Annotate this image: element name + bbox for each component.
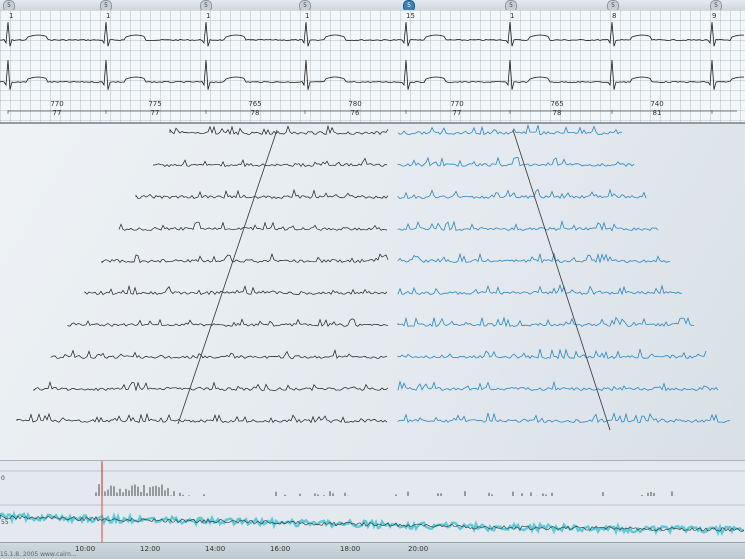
trend-trace-left bbox=[135, 188, 389, 199]
overview-trend-panel[interactable]: 0 55 bbox=[0, 460, 745, 543]
trend-trace-left bbox=[169, 124, 389, 136]
ecg-waveform bbox=[0, 21, 745, 90]
rr-axis-line bbox=[7, 110, 737, 114]
diagonal-guide-right bbox=[512, 129, 611, 431]
rr-interval-ms: 770 bbox=[450, 100, 464, 108]
trend-trace-left bbox=[67, 318, 389, 327]
rr-interval-ms: 740 bbox=[650, 100, 664, 108]
time-label: 18:00 bbox=[340, 545, 361, 553]
time-label: 20:00 bbox=[408, 545, 429, 553]
trend-trace-right bbox=[397, 252, 671, 264]
trend-trace-left bbox=[33, 381, 389, 392]
trend-trace-right bbox=[397, 283, 683, 296]
rr-interval-axis bbox=[0, 110, 745, 122]
trend-trace-left bbox=[50, 348, 388, 360]
rr-interval-ms: 780 bbox=[348, 100, 362, 108]
stacked-ecg-trend-panel[interactable] bbox=[0, 124, 745, 460]
rr-heart-rate: 76 bbox=[350, 109, 360, 117]
rr-interval-ms: 765 bbox=[550, 100, 564, 108]
trend-trace-right bbox=[397, 380, 719, 392]
trend-trace-right bbox=[397, 156, 635, 167]
overview-trend-chart bbox=[0, 461, 745, 543]
time-axis[interactable]: 15.1.8. 2005 www.cairn... 10:00 12:00 14… bbox=[0, 542, 745, 559]
trend-trace-right bbox=[397, 316, 695, 328]
rr-heart-rate: 77 bbox=[452, 109, 462, 117]
trend-trace-left bbox=[16, 412, 388, 424]
rr-heart-rate: 77 bbox=[52, 109, 62, 117]
rr-interval-ms: 770 bbox=[50, 100, 64, 108]
trend-trace-right bbox=[397, 188, 647, 200]
ecg-strip-panel[interactable]: 1 1 1 1 15 1 8 9 bbox=[0, 10, 745, 124]
stacked-waveforms bbox=[16, 124, 731, 431]
ecg-lead-1 bbox=[0, 21, 745, 47]
ecg-lead-2 bbox=[0, 59, 745, 90]
trend-trace-right bbox=[397, 348, 707, 360]
rr-interval-ms: 775 bbox=[148, 100, 162, 108]
trend-trace-left bbox=[84, 284, 388, 296]
rr-heart-rate: 77 bbox=[150, 109, 160, 117]
time-label: 14:00 bbox=[205, 545, 226, 553]
rr-heart-rate: 81 bbox=[652, 109, 662, 117]
footer-text: 15.1.8. 2005 www.cairn... bbox=[0, 551, 77, 558]
trend-trace-left bbox=[153, 157, 388, 168]
event-spikes bbox=[95, 463, 676, 496]
trend-trace-right bbox=[397, 124, 623, 135]
trend-trace-left bbox=[101, 253, 389, 264]
diagonal-guide-left bbox=[177, 129, 278, 425]
rr-interval-ms: 765 bbox=[248, 100, 262, 108]
trend-trace-right bbox=[397, 220, 659, 232]
trend-trace-left bbox=[118, 221, 388, 231]
holter-analysis-window: 5 5 5 5 5 5 5 5 1 1 1 1 15 1 8 9 770 77 … bbox=[0, 0, 745, 559]
trend-trace-right bbox=[397, 412, 731, 424]
time-label: 12:00 bbox=[140, 545, 161, 553]
rr-heart-rate: 78 bbox=[250, 109, 260, 117]
rr-heart-rate: 78 bbox=[552, 109, 562, 117]
time-label: 16:00 bbox=[270, 545, 291, 553]
time-label: 10:00 bbox=[75, 545, 96, 553]
